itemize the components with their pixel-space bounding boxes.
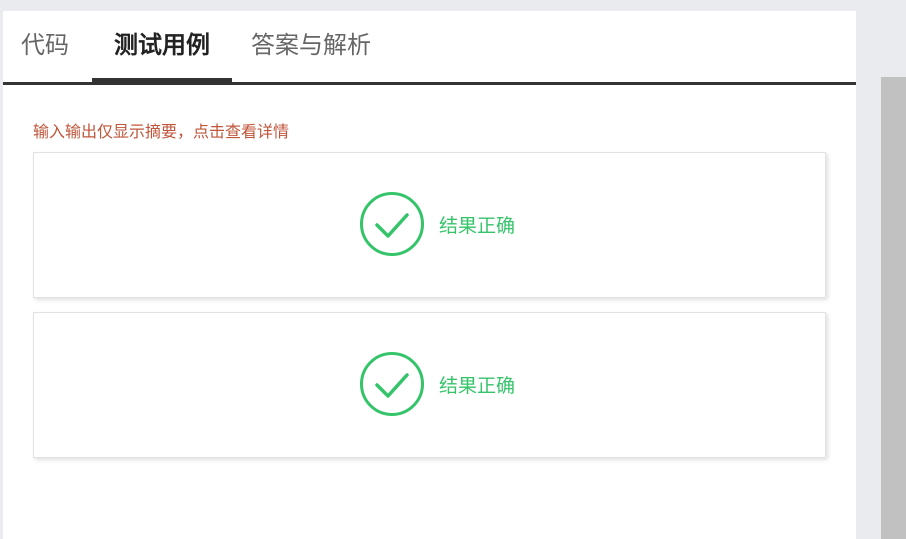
check-circle-icon [360, 192, 424, 256]
test-panel: 代码 测试用例 答案与解析 输入输出仅显示摘要，点击查看详情 结果正确 结果正确 [3, 11, 856, 539]
tab-answer-analysis[interactable]: 答案与解析 [251, 11, 391, 82]
scrollbar-thumb[interactable] [881, 77, 906, 539]
test-case-card[interactable]: 结果正确 [33, 152, 826, 298]
check-circle-icon [360, 352, 424, 416]
tab-code[interactable]: 代码 [21, 11, 81, 82]
case-status-text: 结果正确 [439, 214, 516, 237]
summary-hint: 输入输出仅显示摘要，点击查看详情 [33, 122, 290, 141]
test-case-card[interactable]: 结果正确 [33, 312, 826, 458]
case-status-text: 结果正确 [439, 374, 516, 397]
tab-bar: 代码 测试用例 答案与解析 [3, 11, 856, 85]
case-status: 结果正确 [359, 351, 515, 417]
tab-test-cases[interactable]: 测试用例 [92, 11, 232, 82]
case-status: 结果正确 [359, 191, 515, 257]
